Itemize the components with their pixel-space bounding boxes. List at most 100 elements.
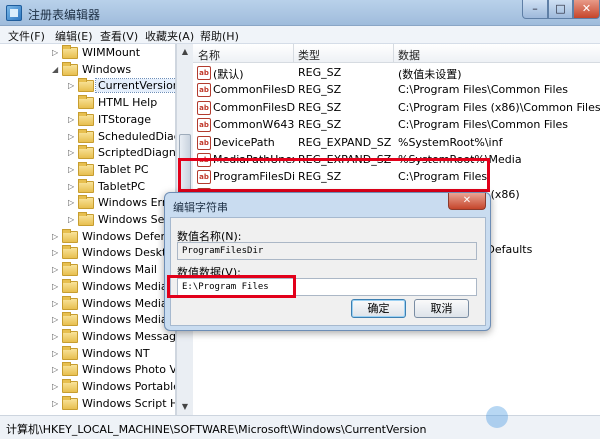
value-name: (默认)	[213, 68, 244, 81]
expand-arrow-icon[interactable]: ▷	[52, 382, 60, 392]
registry-value-row[interactable]: ab DevicePath REG_EXPAND_SZ %SystemRoot%\in…	[193, 135, 600, 152]
expand-arrow-icon[interactable]: ▷	[68, 148, 76, 158]
column-name-header[interactable]: 名称	[198, 47, 220, 63]
value-name: CommonFilesDir	[213, 83, 295, 97]
registry-value-row[interactable]: abCommonFilesDi...REG_SZ C:\Program Files…	[193, 100, 600, 117]
value-name-field: ProgramFilesDir	[177, 242, 477, 260]
expand-arrow-icon[interactable]	[68, 98, 76, 108]
tree-item-label: TabletPC	[98, 179, 146, 193]
value-data: %SystemRoot%\inf	[398, 135, 503, 149]
tree-item[interactable]: ▷ Windows Photo Vie	[52, 362, 175, 379]
value-data: (数值未设置)	[398, 68, 462, 81]
maximize-button[interactable]: □	[548, 0, 573, 19]
tree-item[interactable]: ▷ Windows Mail	[52, 262, 175, 279]
registry-key-tree[interactable]: ▷ WIMMount ◢ Windows ▷ CurrentVersion HTML Hel…	[0, 44, 176, 415]
folder-icon	[62, 262, 78, 277]
string-value-icon: ab	[197, 118, 211, 133]
folder-icon	[78, 78, 94, 93]
menu-view[interactable]: 查看(V)	[100, 28, 138, 44]
tree-item[interactable]: ▷ Windows Media	[52, 278, 175, 296]
expand-arrow-icon[interactable]: ▷	[52, 399, 60, 409]
dialog-title: 编辑字符串	[173, 201, 228, 214]
dialog-body: 数值名称(N): ProgramFilesDir 数值数据(V): E:\Pro…	[170, 217, 486, 326]
tree-item[interactable]: ▷ Windows Media	[52, 312, 175, 329]
column-type-header[interactable]: 类型	[298, 47, 320, 63]
dialog-close-button[interactable]: ✕	[448, 193, 486, 210]
expand-arrow-icon[interactable]: ▷	[68, 215, 76, 225]
tree-item[interactable]: ▷ Windows NT	[52, 345, 175, 363]
expand-arrow-icon[interactable]: ▷	[52, 349, 60, 359]
tree-item-label: ITStorage	[98, 112, 152, 126]
close-button[interactable]: ✕	[573, 0, 600, 19]
tree-item-label: ScheduledDiagn	[98, 129, 175, 143]
expand-arrow-icon[interactable]: ▷	[52, 332, 60, 342]
expand-arrow-icon[interactable]: ▷	[52, 248, 60, 258]
value-type: REG_SZ	[298, 118, 342, 132]
expand-arrow-icon[interactable]: ▷	[52, 232, 60, 242]
expand-arrow-icon[interactable]: ▷	[68, 115, 76, 125]
value-name: CommonW643...	[213, 118, 295, 132]
tree-item[interactable]: ▷ ScriptedDiagno	[68, 145, 175, 162]
expand-arrow-icon[interactable]: ▷	[52, 282, 60, 292]
expand-arrow-icon[interactable]: ▷	[68, 132, 76, 142]
tree-item[interactable]: ▷ Windows Defend	[52, 228, 175, 246]
registry-value-row[interactable]: abCommonW643...REG_SZ C:\Program Files\Co…	[193, 117, 600, 134]
expand-arrow-icon[interactable]: ▷	[52, 315, 60, 325]
folder-icon	[62, 328, 78, 343]
tree-item[interactable]: HTML Help	[68, 95, 175, 112]
minimize-button[interactable]: –	[522, 0, 548, 19]
expand-arrow-icon[interactable]: ▷	[52, 299, 60, 309]
tree-item[interactable]: ▷ Windows Sea	[68, 212, 175, 229]
tree-item-label: Windows Media	[82, 313, 168, 327]
tree-item[interactable]: ▷ Windows Portable	[52, 379, 175, 396]
folder-icon	[62, 379, 78, 393]
menu-help[interactable]: 帮助(H)	[200, 28, 239, 44]
status-path: 计算机\HKEY_LOCAL_MACHINE\SOFTWARE\Microsof…	[6, 423, 427, 436]
tree-item[interactable]: ▷ Windows Deskto	[52, 245, 175, 262]
tree-item[interactable]: ▷ ITStorage	[68, 111, 175, 129]
expand-arrow-icon[interactable]: ◢	[52, 65, 60, 75]
expand-arrow-icon[interactable]: ▷	[68, 198, 76, 208]
tree-item-label: HTML Help	[98, 96, 158, 110]
tree-item[interactable]: ▷ Windows Media	[52, 295, 175, 313]
tree-item[interactable]: ▷ Windows Script H	[52, 395, 175, 413]
registry-value-row[interactable]: ab CommonFilesDir REG_SZ C:\Program Files\C…	[193, 82, 600, 99]
registry-value-row[interactable]: ab (默认) REG_SZ (数值未设置)	[193, 65, 600, 82]
title-bar[interactable]: 注册表编辑器 – □ ✕	[0, 0, 600, 26]
folder-icon	[78, 145, 94, 160]
tree-item-label: Windows	[82, 62, 132, 76]
folder-icon	[62, 45, 78, 59]
column-data-header[interactable]: 数据	[398, 47, 420, 63]
tree-item-label: Tablet PC	[98, 162, 149, 176]
tree-item-label: Windows Sea	[98, 213, 172, 226]
cancel-button[interactable]: 取消	[414, 299, 469, 318]
site-watermark	[486, 404, 596, 436]
tree-item-label: CurrentVersion	[95, 78, 175, 94]
tree-item[interactable]: ▷ Tablet PC	[68, 161, 175, 179]
scroll-down-icon[interactable]: ▼	[178, 400, 192, 414]
expand-arrow-icon[interactable]: ▷	[68, 81, 76, 91]
tree-item-label: Windows Messagin	[82, 329, 176, 343]
menu-favorites[interactable]: 收藏夹(A)	[145, 28, 194, 44]
tree-item[interactable]: ▷ Windows Messagin	[52, 328, 176, 346]
ok-button[interactable]: 确定	[351, 299, 406, 318]
folder-icon	[62, 245, 78, 260]
scroll-up-icon[interactable]: ▲	[178, 45, 192, 59]
string-value-icon: ab	[197, 83, 211, 98]
menu-file[interactable]: 文件(F)	[8, 28, 45, 44]
folder-icon	[78, 161, 94, 176]
tree-item[interactable]: ▷ Windows Erro	[68, 195, 175, 212]
tree-item[interactable]: ▷ WIMMount	[52, 45, 175, 62]
tree-item[interactable]: ◢ Windows	[52, 61, 175, 79]
tree-item-label: Windows NT	[82, 346, 150, 360]
string-value-icon: ab	[197, 100, 211, 115]
expand-arrow-icon[interactable]: ▷	[52, 48, 60, 58]
expand-arrow-icon[interactable]: ▷	[52, 365, 60, 375]
tree-item[interactable]: ▷ ScheduledDiagn	[68, 128, 175, 146]
expand-arrow-icon[interactable]: ▷	[68, 182, 76, 192]
tree-item[interactable]: ▷ CurrentVersion	[68, 78, 175, 95]
menu-edit[interactable]: 编辑(E)	[55, 28, 93, 44]
expand-arrow-icon[interactable]: ▷	[68, 165, 76, 175]
tree-item[interactable]: ▷ TabletPC	[68, 178, 175, 196]
expand-arrow-icon[interactable]: ▷	[52, 265, 60, 275]
